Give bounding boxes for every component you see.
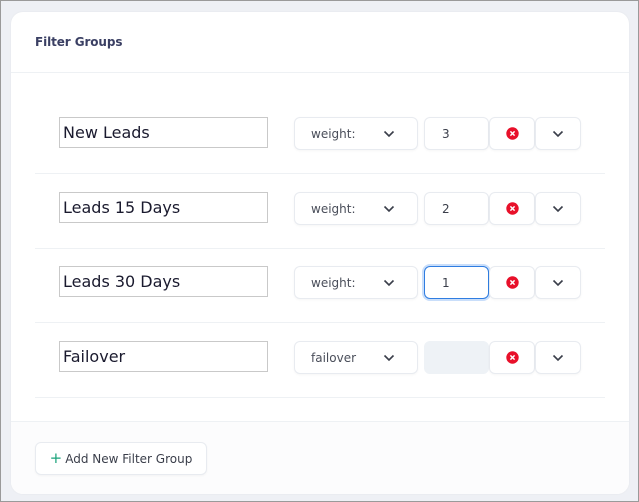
filter-group-name-input[interactable]: Leads 15 Days bbox=[59, 192, 268, 223]
filter-groups-card: Filter Groups New Leads weight: 3 Leads … bbox=[11, 12, 629, 494]
filter-group-row: New Leads weight: 3 bbox=[35, 98, 605, 174]
chevron-down-icon bbox=[383, 130, 395, 137]
filter-type-value: weight: bbox=[311, 126, 356, 141]
x-circle-icon bbox=[505, 276, 519, 289]
filter-type-value: weight: bbox=[311, 275, 356, 290]
remove-filter-group-button[interactable] bbox=[489, 341, 535, 374]
x-circle-icon bbox=[505, 202, 519, 215]
filter-type-value: failover bbox=[311, 350, 357, 365]
weight-input[interactable]: 1 bbox=[424, 266, 489, 299]
remove-filter-group-button[interactable] bbox=[489, 192, 535, 225]
remove-filter-group-button[interactable] bbox=[489, 117, 535, 150]
plus-icon: + bbox=[49, 449, 63, 467]
weight-input bbox=[424, 341, 489, 374]
filter-group-name-input[interactable]: Leads 30 Days bbox=[59, 266, 268, 297]
filter-group-row: Leads 30 Days weight: 1 bbox=[35, 247, 605, 323]
weight-input[interactable]: 3 bbox=[424, 117, 489, 150]
filter-type-value: weight: bbox=[311, 201, 356, 216]
x-circle-icon bbox=[505, 351, 519, 364]
filter-type-select[interactable]: weight: bbox=[294, 117, 418, 150]
card-header: Filter Groups bbox=[11, 12, 629, 73]
expand-filter-group-button[interactable] bbox=[535, 266, 581, 299]
card-title: Filter Groups bbox=[35, 35, 123, 49]
add-filter-group-button[interactable]: + Add New Filter Group bbox=[35, 442, 207, 475]
filter-group-name-input[interactable]: Failover bbox=[59, 341, 268, 372]
remove-filter-group-button[interactable] bbox=[489, 266, 535, 299]
chevron-down-icon bbox=[552, 279, 564, 286]
chevron-down-icon bbox=[552, 205, 564, 212]
filter-type-select[interactable]: weight: bbox=[294, 192, 418, 225]
expand-filter-group-button[interactable] bbox=[535, 117, 581, 150]
filter-type-select[interactable]: failover bbox=[294, 341, 418, 374]
add-filter-group-label: Add New Filter Group bbox=[65, 451, 193, 466]
card-footer: + Add New Filter Group bbox=[11, 421, 629, 494]
filter-group-row: Failover failover bbox=[35, 322, 605, 398]
chevron-down-icon bbox=[383, 279, 395, 286]
weight-input[interactable]: 2 bbox=[424, 192, 489, 225]
filter-group-name-input[interactable]: New Leads bbox=[59, 117, 268, 148]
chevron-down-icon bbox=[383, 205, 395, 212]
expand-filter-group-button[interactable] bbox=[535, 341, 581, 374]
filter-group-row: Leads 15 Days weight: 2 bbox=[35, 173, 605, 249]
chevron-down-icon bbox=[552, 130, 564, 137]
chevron-down-icon bbox=[383, 354, 395, 361]
expand-filter-group-button[interactable] bbox=[535, 192, 581, 225]
chevron-down-icon bbox=[552, 354, 564, 361]
filter-type-select[interactable]: weight: bbox=[294, 266, 418, 299]
x-circle-icon bbox=[505, 127, 519, 140]
filter-group-list: New Leads weight: 3 Leads 15 Days weight… bbox=[11, 73, 629, 421]
